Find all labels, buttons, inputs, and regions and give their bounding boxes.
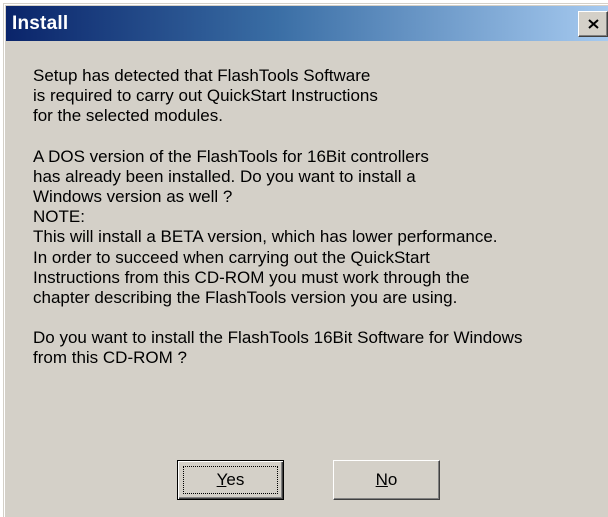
dialog-title: Install bbox=[12, 13, 69, 34]
no-button-label: No bbox=[375, 470, 398, 489]
message-line: Setup has detected that FlashTools Softw… bbox=[33, 66, 371, 85]
question-line: Do you want to install the FlashTools 16… bbox=[33, 328, 523, 348]
message-line: Windows version as well ? bbox=[33, 187, 233, 207]
message-line: has already been installed. Do you want … bbox=[33, 166, 416, 186]
install-dialog: Install Setup has detected that FlashToo… bbox=[3, 3, 608, 517]
message-text: Setup has detected that FlashTools Softw… bbox=[33, 66, 608, 369]
title-bar[interactable]: Install bbox=[6, 6, 608, 41]
yes-button-label: Yes bbox=[216, 470, 245, 489]
message-line: In order to succeed when carrying out th… bbox=[33, 247, 430, 267]
message-line: chapter describing the FlashTools versio… bbox=[33, 288, 458, 308]
message-line: This will install a BETA version, which … bbox=[33, 227, 498, 247]
close-button[interactable] bbox=[578, 11, 608, 37]
question-line: from this CD-ROM ? bbox=[33, 348, 187, 368]
message-line: Instructions from this CD-ROM you must w… bbox=[33, 267, 470, 287]
message-line: is required to carry out QuickStart Inst… bbox=[33, 86, 378, 106]
message-line: for the selected modules. bbox=[33, 106, 223, 126]
yes-button[interactable]: Yes bbox=[177, 460, 284, 500]
no-button[interactable]: No bbox=[333, 460, 440, 500]
message-line: A DOS version of the FlashTools for 16Bi… bbox=[33, 146, 429, 166]
close-icon bbox=[588, 19, 599, 29]
note-label: NOTE: bbox=[33, 207, 85, 227]
